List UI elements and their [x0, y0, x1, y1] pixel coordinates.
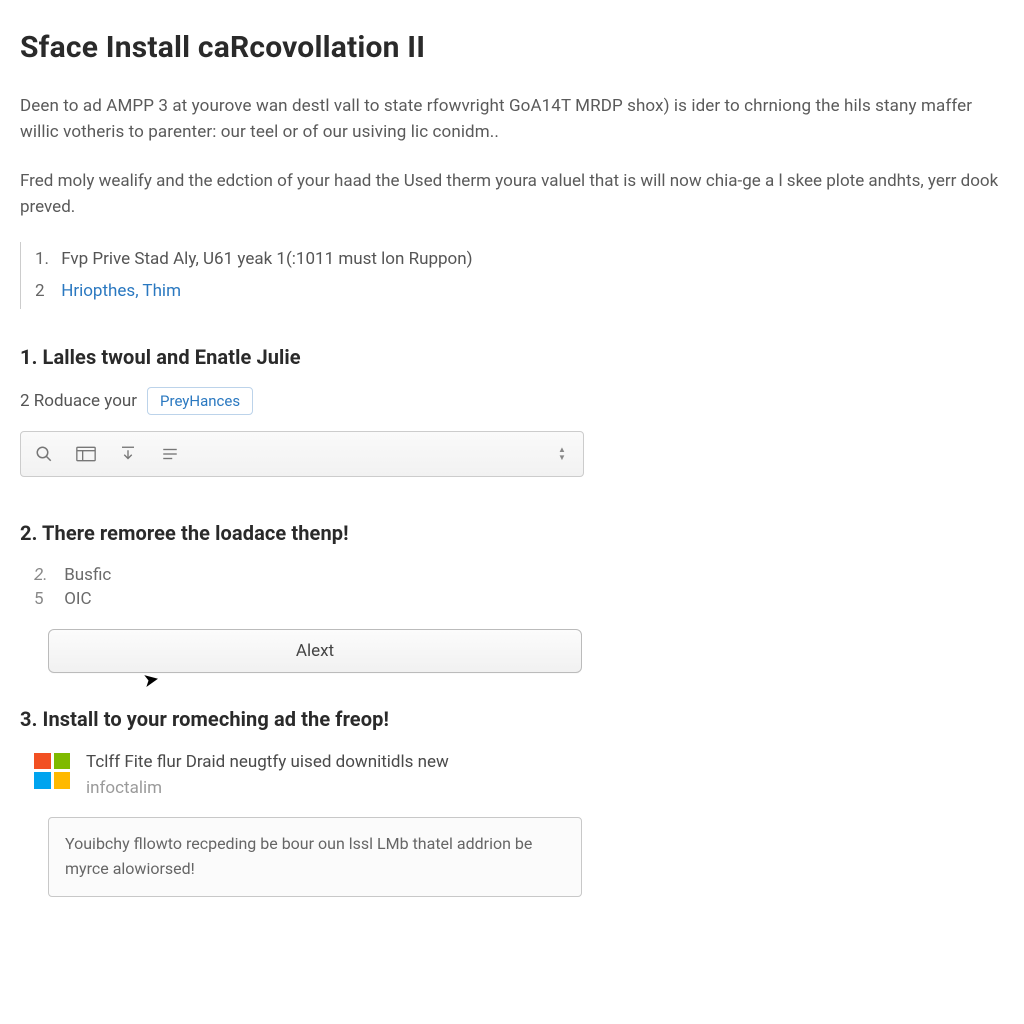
step-2-list: 2. Busfic 5 OIC — [34, 563, 1004, 611]
list-item-text: OIC — [64, 589, 91, 609]
step-3-heading: 3. Install to your romeching ad the freo… — [20, 707, 1004, 731]
list-item-text: Busfic — [64, 565, 111, 585]
list-item-number: 2. — [34, 565, 60, 585]
reference-number: 2 — [35, 278, 57, 305]
substep-label: 2 Roduace your — [20, 391, 137, 411]
ms-text-line-1: Tclff Fite flur Draid neugtfy uised down… — [86, 749, 449, 775]
intro-paragraph-2: Fred moly wealify and the edction of you… — [20, 168, 1004, 221]
download-icon[interactable] — [117, 443, 139, 465]
panel-icon[interactable] — [75, 443, 97, 465]
note-box: Youibchy fllowto recpeding be bour oun l… — [48, 817, 582, 897]
search-icon[interactable] — [33, 443, 55, 465]
alext-button[interactable]: Alext ➤ — [48, 629, 582, 673]
list-item: 2. Busfic — [34, 563, 1004, 587]
list-item: 5 OIC — [34, 587, 1004, 611]
intro-paragraph-1: Deen to ad AMPP 3 at yourove wan destl v… — [20, 93, 1004, 146]
cursor-icon: ➤ — [141, 667, 161, 692]
preferences-pill[interactable]: PreyHances — [147, 387, 253, 415]
button-label: Alext — [296, 641, 334, 661]
microsoft-row: Tclff Fite flur Draid neugtfy uised down… — [34, 749, 1004, 802]
toolbar: ▲▼ — [20, 431, 584, 477]
microsoft-logo-icon — [34, 753, 70, 789]
reference-list: 1. Fvp Prive Stad Aly, U61 yeak 1(:1011 … — [20, 242, 1004, 308]
step-1-heading: 1. Lalles twoul and Enatle Julie — [20, 345, 1004, 369]
reference-text: Fvp Prive Stad Aly, U61 yeak 1(:1011 mus… — [61, 249, 472, 269]
reference-link[interactable]: Hriopthes, Thim — [61, 281, 181, 301]
ms-text-line-2: infoctalim — [86, 775, 449, 801]
reference-item: 2 Hriopthes, Thim — [21, 276, 1004, 307]
list-icon[interactable] — [159, 443, 181, 465]
sort-arrows-icon[interactable]: ▲▼ — [553, 443, 571, 465]
step-2-heading: 2. There remoree the loadace thenp! — [20, 521, 1004, 545]
step-1-substep: 2 Roduace your PreyHances — [20, 387, 1004, 415]
page-title: Sface Install caRcovollation II — [20, 30, 1004, 65]
list-item-number: 5 — [34, 589, 60, 609]
reference-item: 1. Fvp Prive Stad Aly, U61 yeak 1(:1011 … — [21, 244, 1004, 275]
reference-number: 1. — [35, 246, 57, 273]
